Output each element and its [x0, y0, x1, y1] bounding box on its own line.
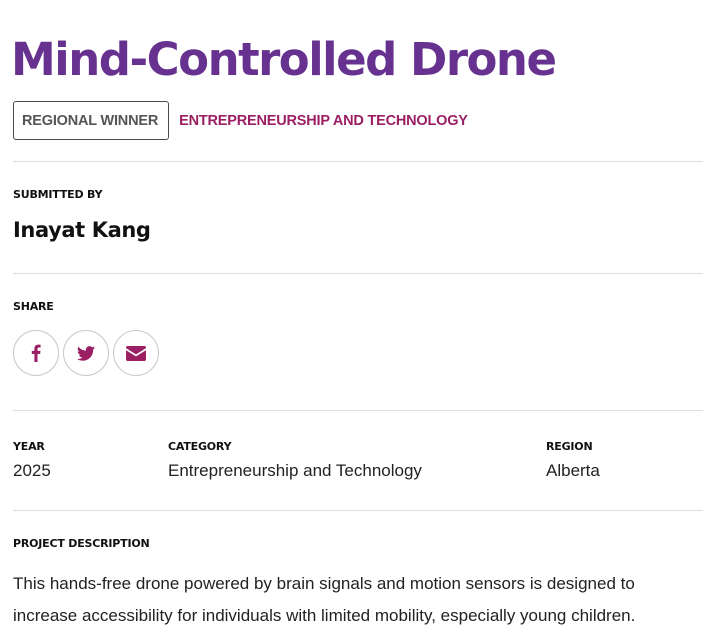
divider	[13, 273, 703, 274]
share-twitter-button[interactable]	[63, 330, 109, 376]
envelope-icon	[126, 345, 146, 361]
twitter-icon	[77, 345, 95, 361]
share-email-button[interactable]	[113, 330, 159, 376]
project-description-label: PROJECT DESCRIPTION	[13, 537, 150, 550]
share-label: SHARE	[13, 300, 54, 313]
share-facebook-button[interactable]	[13, 330, 59, 376]
winner-badge: REGIONAL WINNER	[13, 101, 170, 140]
category-link[interactable]: ENTREPRENEURSHIP AND TECHNOLOGY	[179, 113, 468, 129]
submitted-by-label: SUBMITTED BY	[13, 188, 103, 201]
divider	[13, 161, 703, 162]
region-value: Alberta	[546, 461, 600, 480]
share-buttons	[13, 330, 163, 376]
divider	[13, 510, 703, 511]
category-value: Entrepreneurship and Technology	[168, 461, 422, 480]
facebook-icon	[31, 344, 41, 362]
divider	[13, 410, 703, 411]
year-label: YEAR	[13, 440, 45, 453]
project-description: This hands-free drone powered by brain s…	[13, 574, 636, 625]
region-label: REGION	[546, 440, 593, 453]
year-value: 2025	[13, 461, 51, 480]
project-page: Mind-Controlled Drone REGIONAL WINNER EN…	[0, 0, 711, 631]
author-name: Inayat Kang	[13, 218, 151, 242]
page-title: Mind-Controlled Drone	[11, 33, 557, 86]
category-label: CATEGORY	[168, 440, 232, 453]
project-tags: REGIONAL WINNER ENTREPRENEURSHIP AND TEC…	[13, 101, 468, 140]
